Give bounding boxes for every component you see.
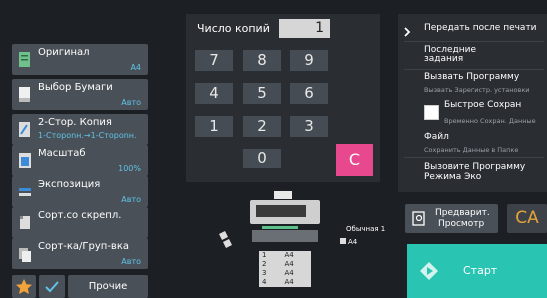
originals-stack-icon [219, 231, 232, 248]
original-icon [19, 52, 30, 67]
quick-save-checkbox[interactable] [424, 105, 439, 120]
paper-select-value: Авто [121, 98, 141, 107]
other-button[interactable]: Прочие [68, 275, 148, 298]
duplex-value: 1-Стороnн.→1-Стороnн. [38, 131, 137, 140]
call-program-sub: Вызвать Зарегистр. установки [424, 86, 530, 94]
file-item[interactable]: Файл [424, 132, 449, 142]
output-tray-label: Обычная 1 [346, 225, 386, 233]
send-after-print[interactable]: Передать после печати [424, 23, 537, 33]
preview-line2: Просмотр [438, 219, 485, 229]
preview-line1: Предварит. [435, 208, 490, 218]
duplex-label: 2-Стор. Копия [38, 117, 112, 128]
exposure-button[interactable]: Экспозиция Авто [12, 176, 148, 207]
key-6[interactable]: 6 [290, 83, 328, 104]
staple-sort-label: Сорт.со скрепл. [38, 210, 122, 221]
quick-save[interactable]: Быстрое Сохран [444, 100, 521, 110]
zoom-icon [19, 153, 31, 168]
tray-1[interactable]: 1 A4 [259, 251, 311, 260]
staple-icon [20, 216, 30, 229]
original-label: Оригинал [38, 47, 90, 58]
start-label: Старт [463, 264, 498, 277]
copies-display[interactable]: 1 [279, 19, 330, 38]
zoom-label: Масштаб [38, 148, 86, 159]
tray-2[interactable]: 2 A4 [259, 260, 311, 269]
sort-icon [19, 248, 31, 262]
exposure-label: Экспозиция [38, 179, 101, 190]
paper-icon [19, 87, 30, 102]
copies-label: Число копий [197, 22, 270, 35]
scanner-window [256, 205, 306, 217]
output-tray [262, 226, 298, 229]
staple-sort-button[interactable]: Сорт.со скрепл. [12, 207, 148, 238]
sort-group-label: Сорт-ка/Груп-вка [38, 241, 129, 252]
tray-3[interactable]: 3 A4 [259, 269, 311, 278]
start-button[interactable]: Старт [407, 244, 547, 298]
output-size: A4 [340, 238, 357, 246]
eco-program-line2[interactable]: Режима Эко [424, 172, 481, 182]
key-1[interactable]: 1 [195, 116, 233, 137]
copy-screen: Оригинал A4 Выбор Бумаги Авто 2-Стор. Ко… [0, 0, 547, 298]
zoom-button[interactable]: Масштаб 100% [12, 145, 148, 176]
exposure-value: Авто [121, 195, 141, 204]
preview-button[interactable]: Предварит. Просмотр [405, 204, 498, 233]
zoom-value: 100% [118, 164, 141, 173]
exposure-icon [19, 188, 31, 196]
keypad-panel: Число копий 1 7 8 9 4 5 6 1 2 3 0 C [186, 14, 380, 182]
original-button[interactable]: Оригинал A4 [12, 44, 148, 75]
call-program[interactable]: Вызвать Программу [424, 72, 519, 82]
paper-select-button[interactable]: Выбор Бумаги Авто [12, 79, 148, 110]
sort-group-value: Авто [121, 257, 141, 266]
machine-body [252, 230, 318, 242]
paper-select-label: Выбор Бумаги [38, 82, 113, 93]
duplex-button[interactable]: 2-Стор. Копия 1-Стороnн.→1-Стороnн. [12, 114, 148, 145]
quick-save-sub: Временно Сохран. Данные [444, 117, 536, 125]
preview-icon [412, 211, 425, 226]
right-menu-panel: Передать после печати Последние задания … [398, 14, 547, 192]
scanner-paper [274, 191, 292, 199]
key-4[interactable]: 4 [195, 83, 233, 104]
key-0[interactable]: 0 [243, 149, 281, 168]
file-sub: Сохранить Данные в Папке [424, 146, 519, 154]
favorites-button[interactable] [12, 275, 36, 298]
chevron-right-icon[interactable] [403, 27, 411, 37]
key-3[interactable]: 3 [290, 116, 328, 137]
star-icon [16, 279, 32, 294]
key-7[interactable]: 7 [195, 50, 233, 71]
tray-4[interactable]: 4 A4 [259, 278, 311, 287]
duplex-icon [19, 122, 30, 137]
recent-jobs-line2[interactable]: задания [424, 54, 463, 64]
check-icon [45, 281, 59, 293]
key-2[interactable]: 2 [243, 116, 281, 137]
key-5[interactable]: 5 [243, 83, 281, 104]
sort-group-button[interactable]: Сорт-ка/Груп-вка Авто [12, 238, 148, 269]
original-value: A4 [130, 63, 141, 72]
clear-button[interactable]: C [336, 144, 373, 176]
ca-button[interactable]: CA [507, 204, 547, 233]
start-icon [420, 262, 438, 280]
key-8[interactable]: 8 [243, 50, 281, 71]
key-9[interactable]: 9 [290, 50, 328, 71]
checkmark-button[interactable] [39, 275, 65, 298]
eco-program-line1[interactable]: Вызовите Программу [424, 162, 525, 172]
